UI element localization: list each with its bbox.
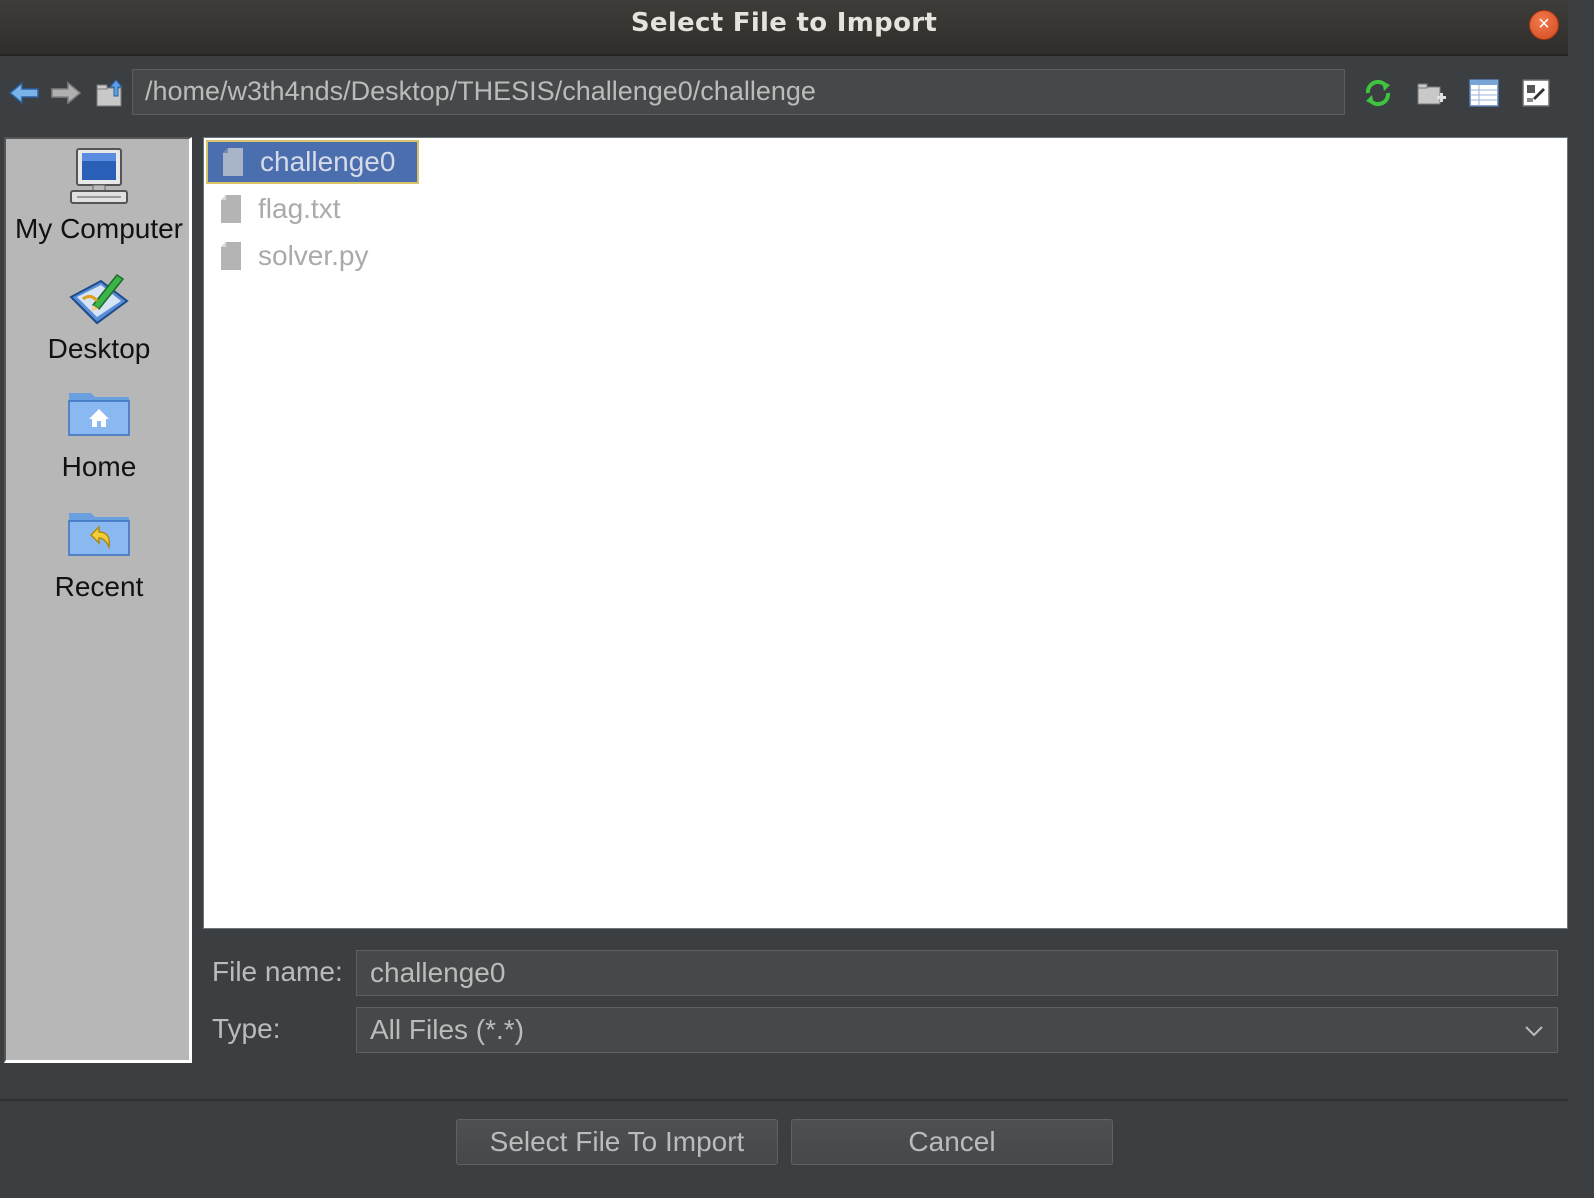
- details-view-icon[interactable]: [1467, 76, 1501, 110]
- file-name: challenge0: [260, 146, 396, 177]
- new-folder-icon[interactable]: [1415, 76, 1449, 110]
- select-file-button[interactable]: Select File To Import: [456, 1119, 778, 1165]
- type-label: Type:: [212, 1013, 281, 1044]
- places-sidebar: My Computer Desktop Home Recent: [4, 137, 192, 1063]
- sidebar-item-home[interactable]: Home: [6, 385, 192, 483]
- filename-input[interactable]: challenge0: [356, 950, 1558, 996]
- file-icon: [221, 242, 241, 270]
- file-name: solver.py: [258, 240, 369, 271]
- close-button[interactable]: ×: [1529, 10, 1559, 40]
- type-dropdown[interactable]: All Files (*.*): [356, 1007, 1558, 1053]
- sidebar-item-label: Recent: [54, 571, 144, 602]
- back-arrow-icon[interactable]: [7, 76, 41, 110]
- file-icon: [221, 195, 241, 223]
- path-field[interactable]: /home/w3th4nds/Desktop/THESIS/challenge0…: [132, 69, 1345, 115]
- recent-folder-icon: [68, 513, 130, 556]
- toolbar: /home/w3th4nds/Desktop/THESIS/challenge0…: [0, 56, 1568, 132]
- file-list[interactable]: challenge0 flag.txt solver.py: [203, 137, 1568, 929]
- close-icon: ×: [1538, 13, 1550, 35]
- type-selected-value: All Files (*.*): [370, 1014, 525, 1045]
- window-title: Select File to Import: [630, 8, 938, 38]
- divider: [0, 1099, 1568, 1101]
- list-item[interactable]: challenge0: [206, 140, 420, 184]
- list-item[interactable]: solver.py: [216, 234, 391, 278]
- file-icon: [223, 148, 243, 176]
- title-bar: Select File to Import ×: [0, 0, 1568, 56]
- list-view-icon[interactable]: [1519, 76, 1553, 110]
- file-name: flag.txt: [258, 193, 341, 224]
- desktop-icon: [69, 273, 129, 325]
- sidebar-item-label: Desktop: [47, 333, 151, 364]
- chevron-down-icon: [1525, 1026, 1543, 1037]
- sidebar-item-desktop[interactable]: Desktop: [6, 267, 192, 365]
- cancel-button[interactable]: Cancel: [791, 1119, 1113, 1165]
- up-folder-icon[interactable]: [94, 76, 128, 110]
- sidebar-item-label: Home: [61, 451, 137, 482]
- computer-icon: [70, 148, 128, 204]
- refresh-icon[interactable]: [1361, 76, 1395, 110]
- filename-label: File name:: [212, 956, 343, 987]
- forward-arrow-icon[interactable]: [49, 76, 83, 110]
- sidebar-item-label: My Computer: [14, 213, 184, 244]
- home-folder-icon: [68, 393, 130, 436]
- list-item[interactable]: flag.txt: [216, 187, 362, 231]
- sidebar-item-recent[interactable]: Recent: [6, 505, 192, 603]
- sidebar-item-my-computer[interactable]: My Computer: [6, 147, 192, 245]
